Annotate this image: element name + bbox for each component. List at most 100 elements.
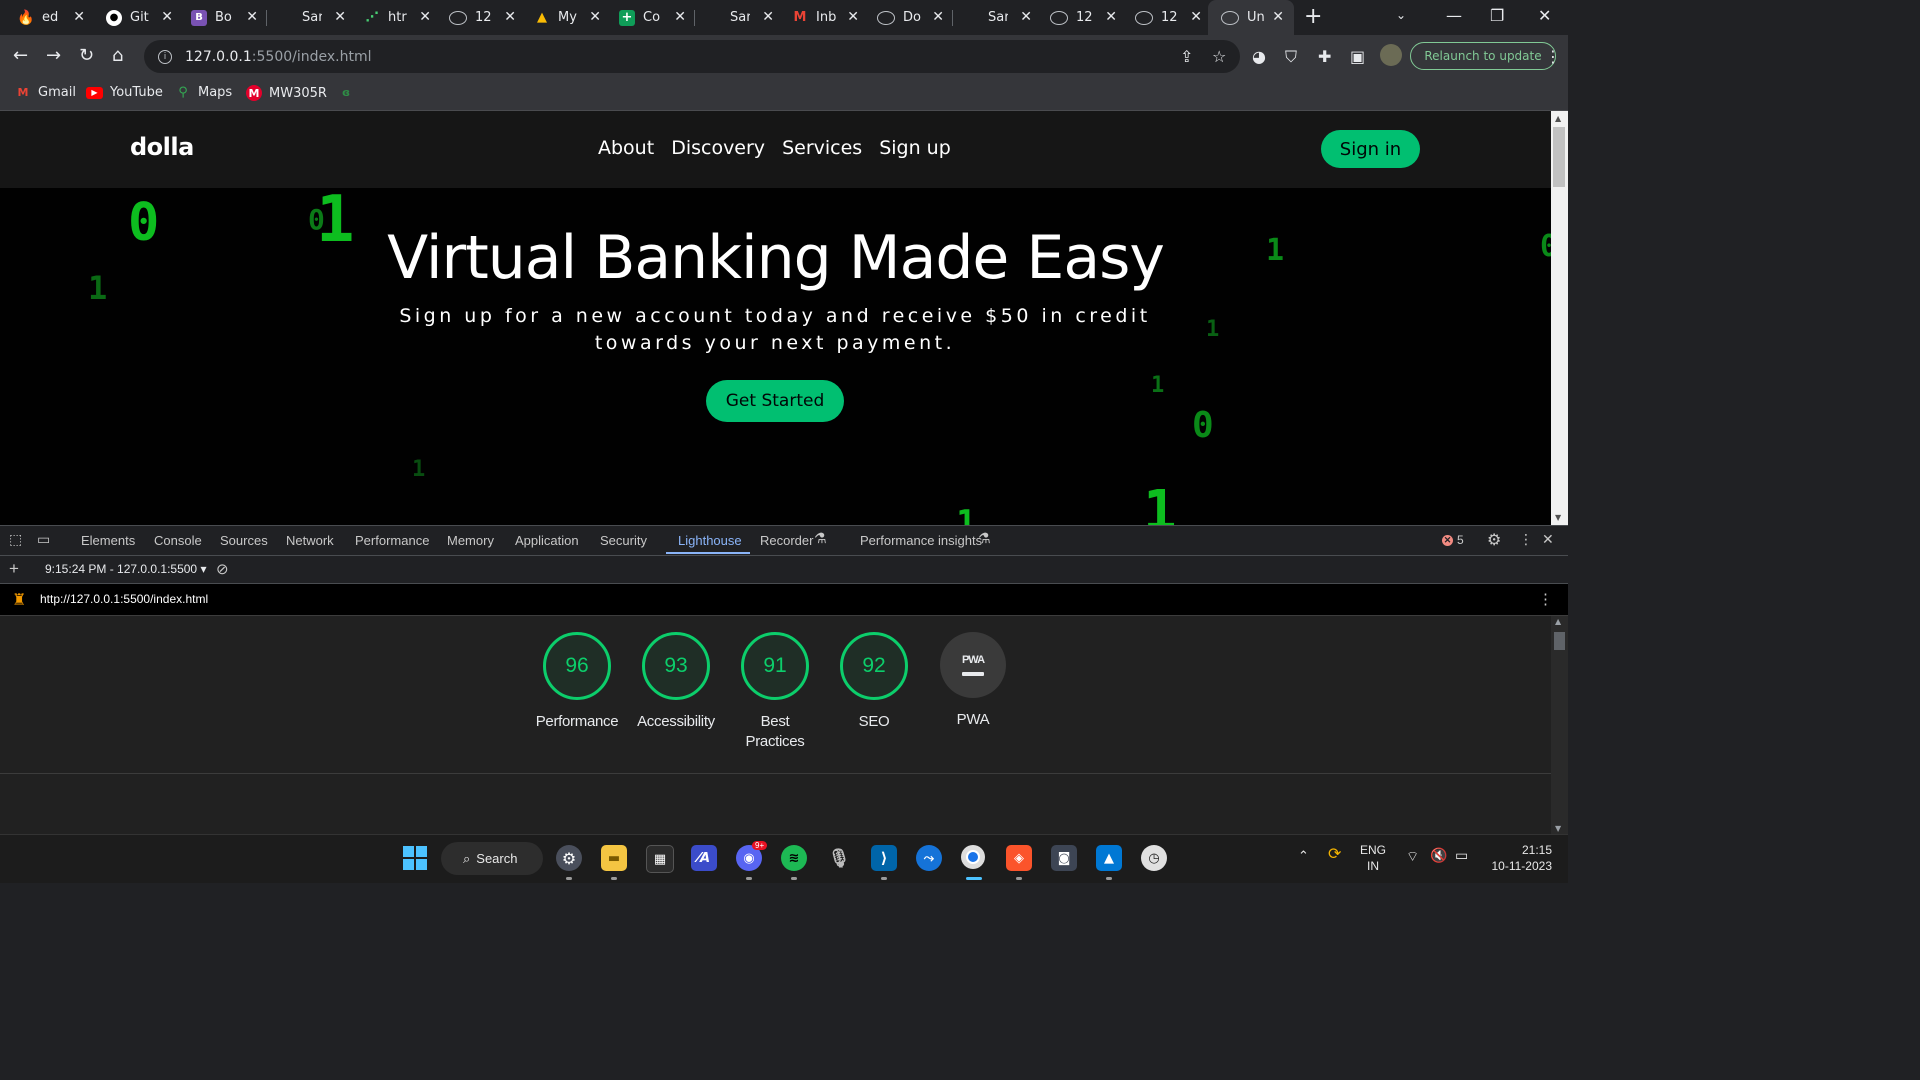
close-icon[interactable]: ✕ — [246, 9, 258, 25]
tab-sources[interactable]: Sources — [220, 533, 268, 548]
tab-performance-insights[interactable]: Performance insights — [860, 533, 982, 548]
bookmark-youtube[interactable]: ▶ YouTube — [86, 85, 163, 100]
tab-8[interactable]: + Co ✕ — [601, 0, 696, 35]
signin-button[interactable]: Sign in — [1321, 130, 1420, 168]
share-icon[interactable]: ⇪ — [1180, 47, 1193, 66]
report-selector[interactable]: 9:15:24 PM - 127.0.0.1:5500 ▾ — [45, 562, 206, 576]
shield-icon[interactable]: ⛉ — [1285, 47, 1297, 67]
tab-recorder[interactable]: Recorder — [760, 533, 813, 548]
language-indicator[interactable]: ENG IN — [1360, 842, 1386, 874]
score-gauge-accessibility[interactable]: 93 Accessibility — [626, 632, 726, 732]
minimize-icon[interactable]: — — [1446, 6, 1462, 25]
forward-icon[interactable]: → — [46, 45, 61, 66]
close-icon[interactable]: ✕ — [674, 9, 686, 25]
close-icon[interactable]: ✕ — [589, 9, 601, 25]
tab-6[interactable]: 12 ✕ — [431, 0, 526, 35]
tab-elements[interactable]: Elements — [81, 533, 135, 548]
get-started-button[interactable]: Get Started — [706, 380, 844, 422]
taskbar-search[interactable]: ⌕ Search — [441, 842, 543, 875]
tab-memory[interactable]: Memory — [447, 533, 494, 548]
close-icon[interactable]: ✕ — [1105, 9, 1117, 25]
tab-network[interactable]: Network — [286, 533, 334, 548]
nav-link-about[interactable]: About — [598, 137, 654, 159]
scroll-down-icon[interactable]: ▼ — [1555, 824, 1561, 833]
url-text[interactable]: 127.0.0.1:5500/index.html — [185, 49, 372, 65]
profile-avatar[interactable] — [1380, 44, 1402, 66]
settings-gear-icon[interactable]: ⚙ — [1487, 530, 1501, 549]
tab-performance[interactable]: Performance — [355, 533, 429, 548]
report-url[interactable]: http://127.0.0.1:5500/index.html — [40, 592, 208, 606]
tab-12[interactable]: Sar ✕ — [954, 0, 1042, 35]
close-icon[interactable]: ✕ — [1190, 9, 1202, 25]
relaunch-button[interactable]: Relaunch to update — [1410, 42, 1556, 70]
battery-icon[interactable]: ▭ — [1455, 847, 1468, 863]
tab-13[interactable]: 12 ✕ — [1032, 0, 1127, 35]
bookmark-geeksforgeeks[interactable]: ɞ — [338, 85, 354, 99]
photos-icon[interactable]: ▲ — [1096, 845, 1122, 871]
page-scrollbar[interactable]: ▲ ▼ — [1551, 111, 1568, 525]
bookmark-gmail[interactable]: M Gmail — [15, 85, 76, 100]
tab-security[interactable]: Security — [600, 533, 647, 548]
address-bar[interactable]: i 127.0.0.1:5500/index.html — [144, 40, 1240, 73]
tab-console[interactable]: Console — [154, 533, 202, 548]
score-gauge-best-practices[interactable]: 91 Best Practices — [725, 632, 825, 752]
close-icon[interactable]: ✕ — [1272, 9, 1284, 25]
chrome-icon[interactable] — [961, 845, 985, 869]
site-info-icon[interactable]: i — [158, 49, 172, 64]
microphone-app-icon[interactable]: 🎙 — [826, 845, 852, 871]
microsoft-store-icon[interactable]: ▦ — [646, 845, 674, 873]
close-icon[interactable]: ✕ — [847, 9, 859, 25]
camera-icon[interactable]: ◙ — [1051, 845, 1077, 871]
score-gauge-pwa[interactable]: PWA PWA — [923, 632, 1023, 730]
close-icon[interactable]: ✕ — [932, 9, 944, 25]
tab-search-icon[interactable]: ⌄ — [1396, 8, 1406, 22]
nav-link-signup[interactable]: Sign up — [879, 137, 951, 159]
scroll-up-icon[interactable]: ▲ — [1555, 114, 1561, 123]
devtools-close-icon[interactable]: ✕ — [1542, 532, 1554, 548]
scroll-down-icon[interactable]: ▼ — [1555, 513, 1561, 522]
writing-app-icon[interactable]: ⁄A — [691, 845, 717, 871]
bookmark-star-icon[interactable]: ☆ — [1212, 47, 1226, 66]
extension-speed-icon[interactable]: ◕ — [1252, 47, 1266, 66]
reload-icon[interactable]: ↻ — [79, 45, 94, 66]
close-icon[interactable]: ✕ — [419, 9, 431, 25]
close-icon[interactable]: ✕ — [161, 9, 173, 25]
clock[interactable]: 21:15 10-11-2023 — [1486, 842, 1553, 874]
score-gauge-performance[interactable]: 96 Performance — [527, 632, 627, 732]
inspect-element-icon[interactable]: ⬚ — [9, 532, 22, 548]
clock-app-icon[interactable]: ◷ — [1141, 845, 1167, 871]
scrollbar-thumb[interactable] — [1553, 127, 1565, 187]
side-panel-icon[interactable]: ▣ — [1350, 47, 1365, 66]
window-close-icon[interactable]: ✕ — [1538, 6, 1551, 25]
brave-icon[interactable]: ◈ — [1006, 845, 1032, 871]
tab-4[interactable]: Sar ✕ — [268, 0, 356, 35]
spotify-icon[interactable]: ≋ — [781, 845, 807, 871]
nav-link-discovery[interactable]: Discovery — [671, 137, 765, 159]
menu-kebab-icon[interactable]: ⋮ — [1545, 47, 1561, 66]
remote-app-icon[interactable]: ⤳ — [916, 845, 942, 871]
tab-10[interactable]: M Inb ✕ — [774, 0, 869, 35]
close-icon[interactable]: ✕ — [504, 9, 516, 25]
bookmark-maps[interactable]: ⚲ Maps — [175, 85, 232, 100]
volume-muted-icon[interactable]: 🔇 — [1430, 847, 1447, 863]
settings-app-icon[interactable]: ⚙ — [556, 845, 582, 871]
nav-link-services[interactable]: Services — [782, 137, 862, 159]
tab-14[interactable]: 12 ✕ — [1117, 0, 1212, 35]
error-counter[interactable]: ✕ 5 — [1442, 533, 1464, 547]
sync-icon[interactable]: ⟳ — [1328, 847, 1341, 863]
bookmark-mw305r[interactable]: M MW305R — [246, 85, 327, 101]
tab-11[interactable]: Do ✕ — [859, 0, 954, 35]
close-icon[interactable]: ✕ — [334, 9, 346, 25]
device-toolbar-icon[interactable]: ▭ — [37, 532, 50, 548]
wifi-icon[interactable]: ⌔ — [1406, 848, 1419, 864]
tab-2[interactable]: ● Git ✕ — [88, 0, 183, 35]
scroll-up-icon[interactable]: ▲ — [1555, 617, 1561, 626]
devtools-menu-icon[interactable]: ⋮ — [1519, 532, 1533, 548]
restore-icon[interactable]: ❐ — [1490, 6, 1504, 25]
new-tab-button[interactable]: + — [1304, 4, 1322, 29]
tab-active[interactable]: Un ✕ — [1208, 0, 1294, 35]
clear-reports-icon[interactable]: ⊘ — [216, 560, 229, 578]
tab-lighthouse[interactable]: Lighthouse — [678, 533, 742, 548]
close-icon[interactable]: ✕ — [1020, 9, 1032, 25]
tab-5[interactable]: ⋰ htr ✕ — [346, 0, 441, 35]
